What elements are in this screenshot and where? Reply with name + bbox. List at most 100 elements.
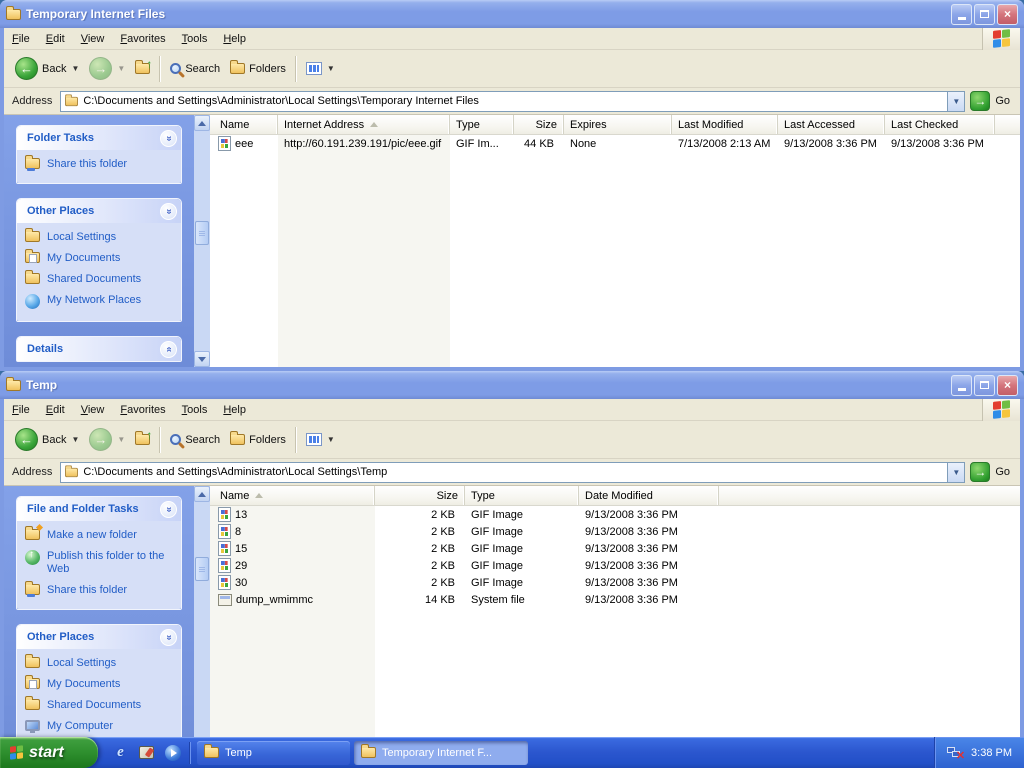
column-header-type[interactable]: Type — [465, 486, 579, 505]
collapse-chevron-icon[interactable]: » — [160, 501, 177, 518]
local-settings-link[interactable]: Local Settings — [25, 657, 177, 670]
address-dropdown-button[interactable]: ▼ — [947, 463, 964, 482]
column-header-expires[interactable]: Expires — [564, 115, 672, 134]
my-documents-link[interactable]: My Documents — [25, 252, 177, 265]
file-row-eee[interactable]: eee http://60.191.239.191/pic/eee.gif GI… — [210, 135, 1020, 152]
media-player-icon[interactable] — [164, 744, 181, 761]
go-button[interactable]: → — [970, 462, 990, 482]
publish-folder-to-web-link[interactable]: Publish this folder to the Web — [25, 550, 177, 576]
close-button[interactable]: × — [997, 4, 1018, 25]
search-button[interactable]: Search — [165, 424, 225, 456]
menu-help[interactable]: Help — [215, 401, 254, 419]
collapse-chevron-icon[interactable]: » — [160, 130, 177, 147]
back-dropdown-icon[interactable]: ▼ — [71, 64, 79, 73]
menu-file[interactable]: File — [4, 401, 38, 419]
column-header-last-accessed[interactable]: Last Accessed — [778, 115, 885, 134]
up-button[interactable] — [130, 53, 155, 85]
shared-documents-link[interactable]: Shared Documents — [25, 699, 177, 712]
scroll-down-button[interactable] — [194, 351, 210, 367]
share-this-folder-link[interactable]: Share this folder — [25, 584, 177, 597]
maximize-button[interactable] — [974, 375, 995, 396]
my-network-places-link[interactable]: My Network Places — [25, 294, 177, 309]
column-header-size[interactable]: Size — [514, 115, 564, 134]
column-header-name[interactable]: Name — [210, 115, 278, 134]
back-button[interactable]: ← Back ▼ — [10, 53, 84, 85]
views-dropdown-icon[interactable]: ▼ — [327, 435, 335, 444]
forward-button[interactable]: → ▼ — [84, 53, 130, 85]
menu-edit[interactable]: Edit — [38, 30, 73, 48]
menu-tools[interactable]: Tools — [174, 401, 216, 419]
views-dropdown-icon[interactable]: ▼ — [327, 64, 335, 73]
back-button[interactable]: ← Back ▼ — [10, 424, 84, 456]
taskbar-button-temp[interactable]: Temp — [197, 741, 350, 765]
search-button[interactable]: Search — [165, 53, 225, 85]
file-row-15[interactable]: 15 2 KB GIF Image 9/13/2008 3:36 PM — [210, 540, 1020, 557]
task-pane-scrollbar[interactable] — [194, 115, 210, 367]
toolbar-separator — [159, 56, 161, 82]
folder-tasks-header[interactable]: Folder Tasks » — [17, 126, 181, 150]
column-header-last-checked[interactable]: Last Checked — [885, 115, 995, 134]
expand-chevron-icon[interactable]: » — [160, 341, 177, 358]
network-disconnected-icon[interactable]: ✕ — [947, 745, 964, 760]
folders-button[interactable]: Folders — [225, 53, 291, 85]
show-desktop-icon[interactable] — [138, 744, 155, 761]
address-input[interactable]: C:\Documents and Settings\Administrator\… — [60, 91, 965, 112]
address-input[interactable]: C:\Documents and Settings\Administrator\… — [60, 462, 965, 483]
file-row-13[interactable]: 13 2 KB GIF Image 9/13/2008 3:36 PM — [210, 506, 1020, 523]
go-button[interactable]: → — [970, 91, 990, 111]
file-row-dump-wmimmc[interactable]: dump_wmimmc 14 KB System file 9/13/2008 … — [210, 591, 1020, 608]
column-header-internet-address[interactable]: Internet Address — [278, 115, 450, 134]
taskbar-button-temporary-internet-files[interactable]: Temporary Internet F... — [354, 741, 528, 765]
details-panel: Details » — [16, 336, 182, 362]
views-button[interactable]: ▼ — [301, 53, 340, 85]
file-row-30[interactable]: 30 2 KB GIF Image 9/13/2008 3:36 PM — [210, 574, 1020, 591]
other-places-header[interactable]: Other Places » — [17, 625, 181, 649]
column-header-last-modified[interactable]: Last Modified — [672, 115, 778, 134]
menu-help[interactable]: Help — [215, 30, 254, 48]
column-header-date-modified[interactable]: Date Modified — [579, 486, 719, 505]
menu-favorites[interactable]: Favorites — [112, 30, 173, 48]
folders-button[interactable]: Folders — [225, 424, 291, 456]
task-pane-scrollbar[interactable] — [194, 486, 210, 768]
titlebar[interactable]: Temp × — [0, 371, 1024, 399]
internet-explorer-icon[interactable]: e — [112, 744, 129, 761]
back-dropdown-icon[interactable]: ▼ — [71, 435, 79, 444]
column-header-size[interactable]: Size — [375, 486, 465, 505]
scroll-up-button[interactable] — [194, 486, 210, 502]
file-and-folder-tasks-header[interactable]: File and Folder Tasks » — [17, 497, 181, 521]
make-new-folder-link[interactable]: Make a new folder — [25, 529, 177, 542]
my-documents-link[interactable]: My Documents — [25, 678, 177, 691]
file-row-8[interactable]: 8 2 KB GIF Image 9/13/2008 3:36 PM — [210, 523, 1020, 540]
collapse-chevron-icon[interactable]: » — [160, 629, 177, 646]
minimize-button[interactable] — [951, 375, 972, 396]
my-computer-link[interactable]: My Computer — [25, 720, 177, 733]
shared-documents-link[interactable]: Shared Documents — [25, 273, 177, 286]
titlebar[interactable]: Temporary Internet Files × — [0, 0, 1024, 28]
menu-view[interactable]: View — [73, 30, 113, 48]
column-header-name[interactable]: Name — [210, 486, 375, 505]
menu-favorites[interactable]: Favorites — [112, 401, 173, 419]
forward-button[interactable]: → ▼ — [84, 424, 130, 456]
local-settings-link[interactable]: Local Settings — [25, 231, 177, 244]
maximize-button[interactable] — [974, 4, 995, 25]
scrollbar-thumb[interactable] — [195, 221, 209, 245]
close-button[interactable]: × — [997, 375, 1018, 396]
other-places-header[interactable]: Other Places » — [17, 199, 181, 223]
address-dropdown-button[interactable]: ▼ — [947, 92, 964, 111]
up-button[interactable] — [130, 424, 155, 456]
menu-tools[interactable]: Tools — [174, 30, 216, 48]
menu-view[interactable]: View — [73, 401, 113, 419]
menu-edit[interactable]: Edit — [38, 401, 73, 419]
up-folder-icon — [135, 63, 150, 74]
scrollbar-thumb[interactable] — [195, 557, 209, 581]
scroll-up-button[interactable] — [194, 115, 210, 131]
minimize-button[interactable] — [951, 4, 972, 25]
collapse-chevron-icon[interactable]: » — [160, 203, 177, 220]
menu-file[interactable]: File — [4, 30, 38, 48]
column-header-type[interactable]: Type — [450, 115, 514, 134]
views-button[interactable]: ▼ — [301, 424, 340, 456]
start-button[interactable]: start — [0, 737, 98, 768]
details-header[interactable]: Details » — [17, 337, 181, 361]
file-row-29[interactable]: 29 2 KB GIF Image 9/13/2008 3:36 PM — [210, 557, 1020, 574]
share-this-folder-link[interactable]: Share this folder — [25, 158, 177, 171]
